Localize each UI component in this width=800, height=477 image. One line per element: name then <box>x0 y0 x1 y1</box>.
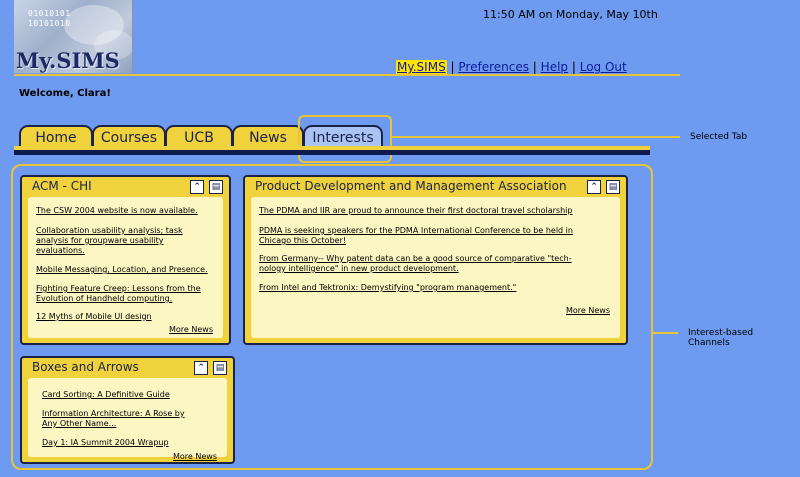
trash-icon[interactable]: ▤ <box>606 180 620 194</box>
channel-body: ~ The CSW 2004 website is now available.… <box>28 197 223 338</box>
news-item[interactable]: Mobile Messaging, Location, and Presence… <box>36 265 208 275</box>
more-news-link[interactable]: More News <box>173 452 217 461</box>
link-my-sims[interactable]: My.SIMS <box>396 60 447 74</box>
header-divider <box>14 74 680 76</box>
collapse-up-icon[interactable]: ⌃ <box>190 180 205 194</box>
channel-body: The PDMA and IIR are proud to announce t… <box>251 197 620 338</box>
news-item[interactable]: Any Other Name... <box>42 419 116 429</box>
welcome-message: Welcome, Clara! <box>19 88 111 99</box>
logo-text: My.SIMS <box>16 48 120 73</box>
news-item[interactable]: analysis for groupware usability <box>36 236 164 246</box>
news-item[interactable]: evaluations. <box>36 246 85 256</box>
callout-line <box>651 332 678 334</box>
more-news-link[interactable]: More News <box>566 306 610 315</box>
channel-pdma: Product Development and Management Assoc… <box>243 175 628 345</box>
callout-line <box>390 136 680 138</box>
news-item[interactable]: From Germany-- Why patent data can be a … <box>259 254 572 264</box>
news-item[interactable]: Chicago this October! <box>259 236 346 246</box>
tab-bar-stripe <box>14 150 650 155</box>
channel-acm-chi: ACM - CHI ⌃ ▤ ~ The CSW 2004 website is … <box>20 175 231 345</box>
link-preferences[interactable]: Preferences <box>458 60 529 74</box>
link-log-out[interactable]: Log Out <box>580 60 627 74</box>
top-nav-links: My.SIMS | Preferences | Help | Log Out <box>396 60 627 74</box>
news-item[interactable]: From Intel and Tektronix: Demystifying "… <box>259 283 516 293</box>
news-item[interactable]: PDMA is seeking speakers for the PDMA In… <box>259 226 573 236</box>
news-item[interactable]: 12 Myths of Mobile UI design <box>36 312 152 322</box>
news-item[interactable]: Evolution of Handheld computing. <box>36 294 172 304</box>
collapse-up-icon[interactable]: ⌃ <box>587 180 602 194</box>
news-item[interactable]: Fighting Feature Creep: Lessons from the <box>36 284 201 294</box>
news-item[interactable]: Card Sorting: A Definitive Guide <box>42 390 170 400</box>
callout-channels: Interest-based <box>688 328 754 338</box>
separator: | <box>532 60 537 74</box>
channel-title: Boxes and Arrows <box>32 360 139 374</box>
news-item[interactable]: Day 1: IA Summit 2004 Wrapup <box>42 438 169 448</box>
news-item[interactable]: The CSW 2004 website is now available. <box>36 206 198 216</box>
my-sims-logo[interactable]: 01010101 10101010 My.SIMS <box>14 0 133 73</box>
news-item[interactable]: Collaboration usability analysis; task <box>36 226 183 236</box>
logo-binary: 01010101 <box>28 9 71 18</box>
channel-title: Product Development and Management Assoc… <box>255 179 567 193</box>
trash-icon[interactable]: ▤ <box>209 180 223 194</box>
channel-body: Card Sorting: A Definitive Guide Informa… <box>28 378 227 461</box>
separator: | <box>571 60 576 74</box>
news-item[interactable]: The PDMA and IIR are proud to announce t… <box>259 206 572 216</box>
callout-selected-tab: Selected Tab <box>690 132 748 142</box>
news-item[interactable]: Information Architecture: A Rose by <box>42 409 185 419</box>
channel-boxes-and-arrows: Boxes and Arrows ⌃ ▤ Card Sorting: A Def… <box>20 356 235 464</box>
date-time: 11:50 AM on Monday, May 10th <box>483 8 658 21</box>
callout-channels: Channels <box>688 338 730 348</box>
more-news-link[interactable]: More News <box>169 325 213 334</box>
logo-binary: 10101010 <box>28 19 71 28</box>
link-help[interactable]: Help <box>541 60 568 74</box>
news-item[interactable]: nology intelligence" in new product deve… <box>259 264 459 274</box>
separator: | <box>450 60 455 74</box>
collapse-up-icon[interactable]: ⌃ <box>194 361 209 375</box>
trash-icon[interactable]: ▤ <box>213 361 227 375</box>
selected-tab-highlight <box>298 115 392 163</box>
channel-title: ACM - CHI <box>32 179 92 193</box>
